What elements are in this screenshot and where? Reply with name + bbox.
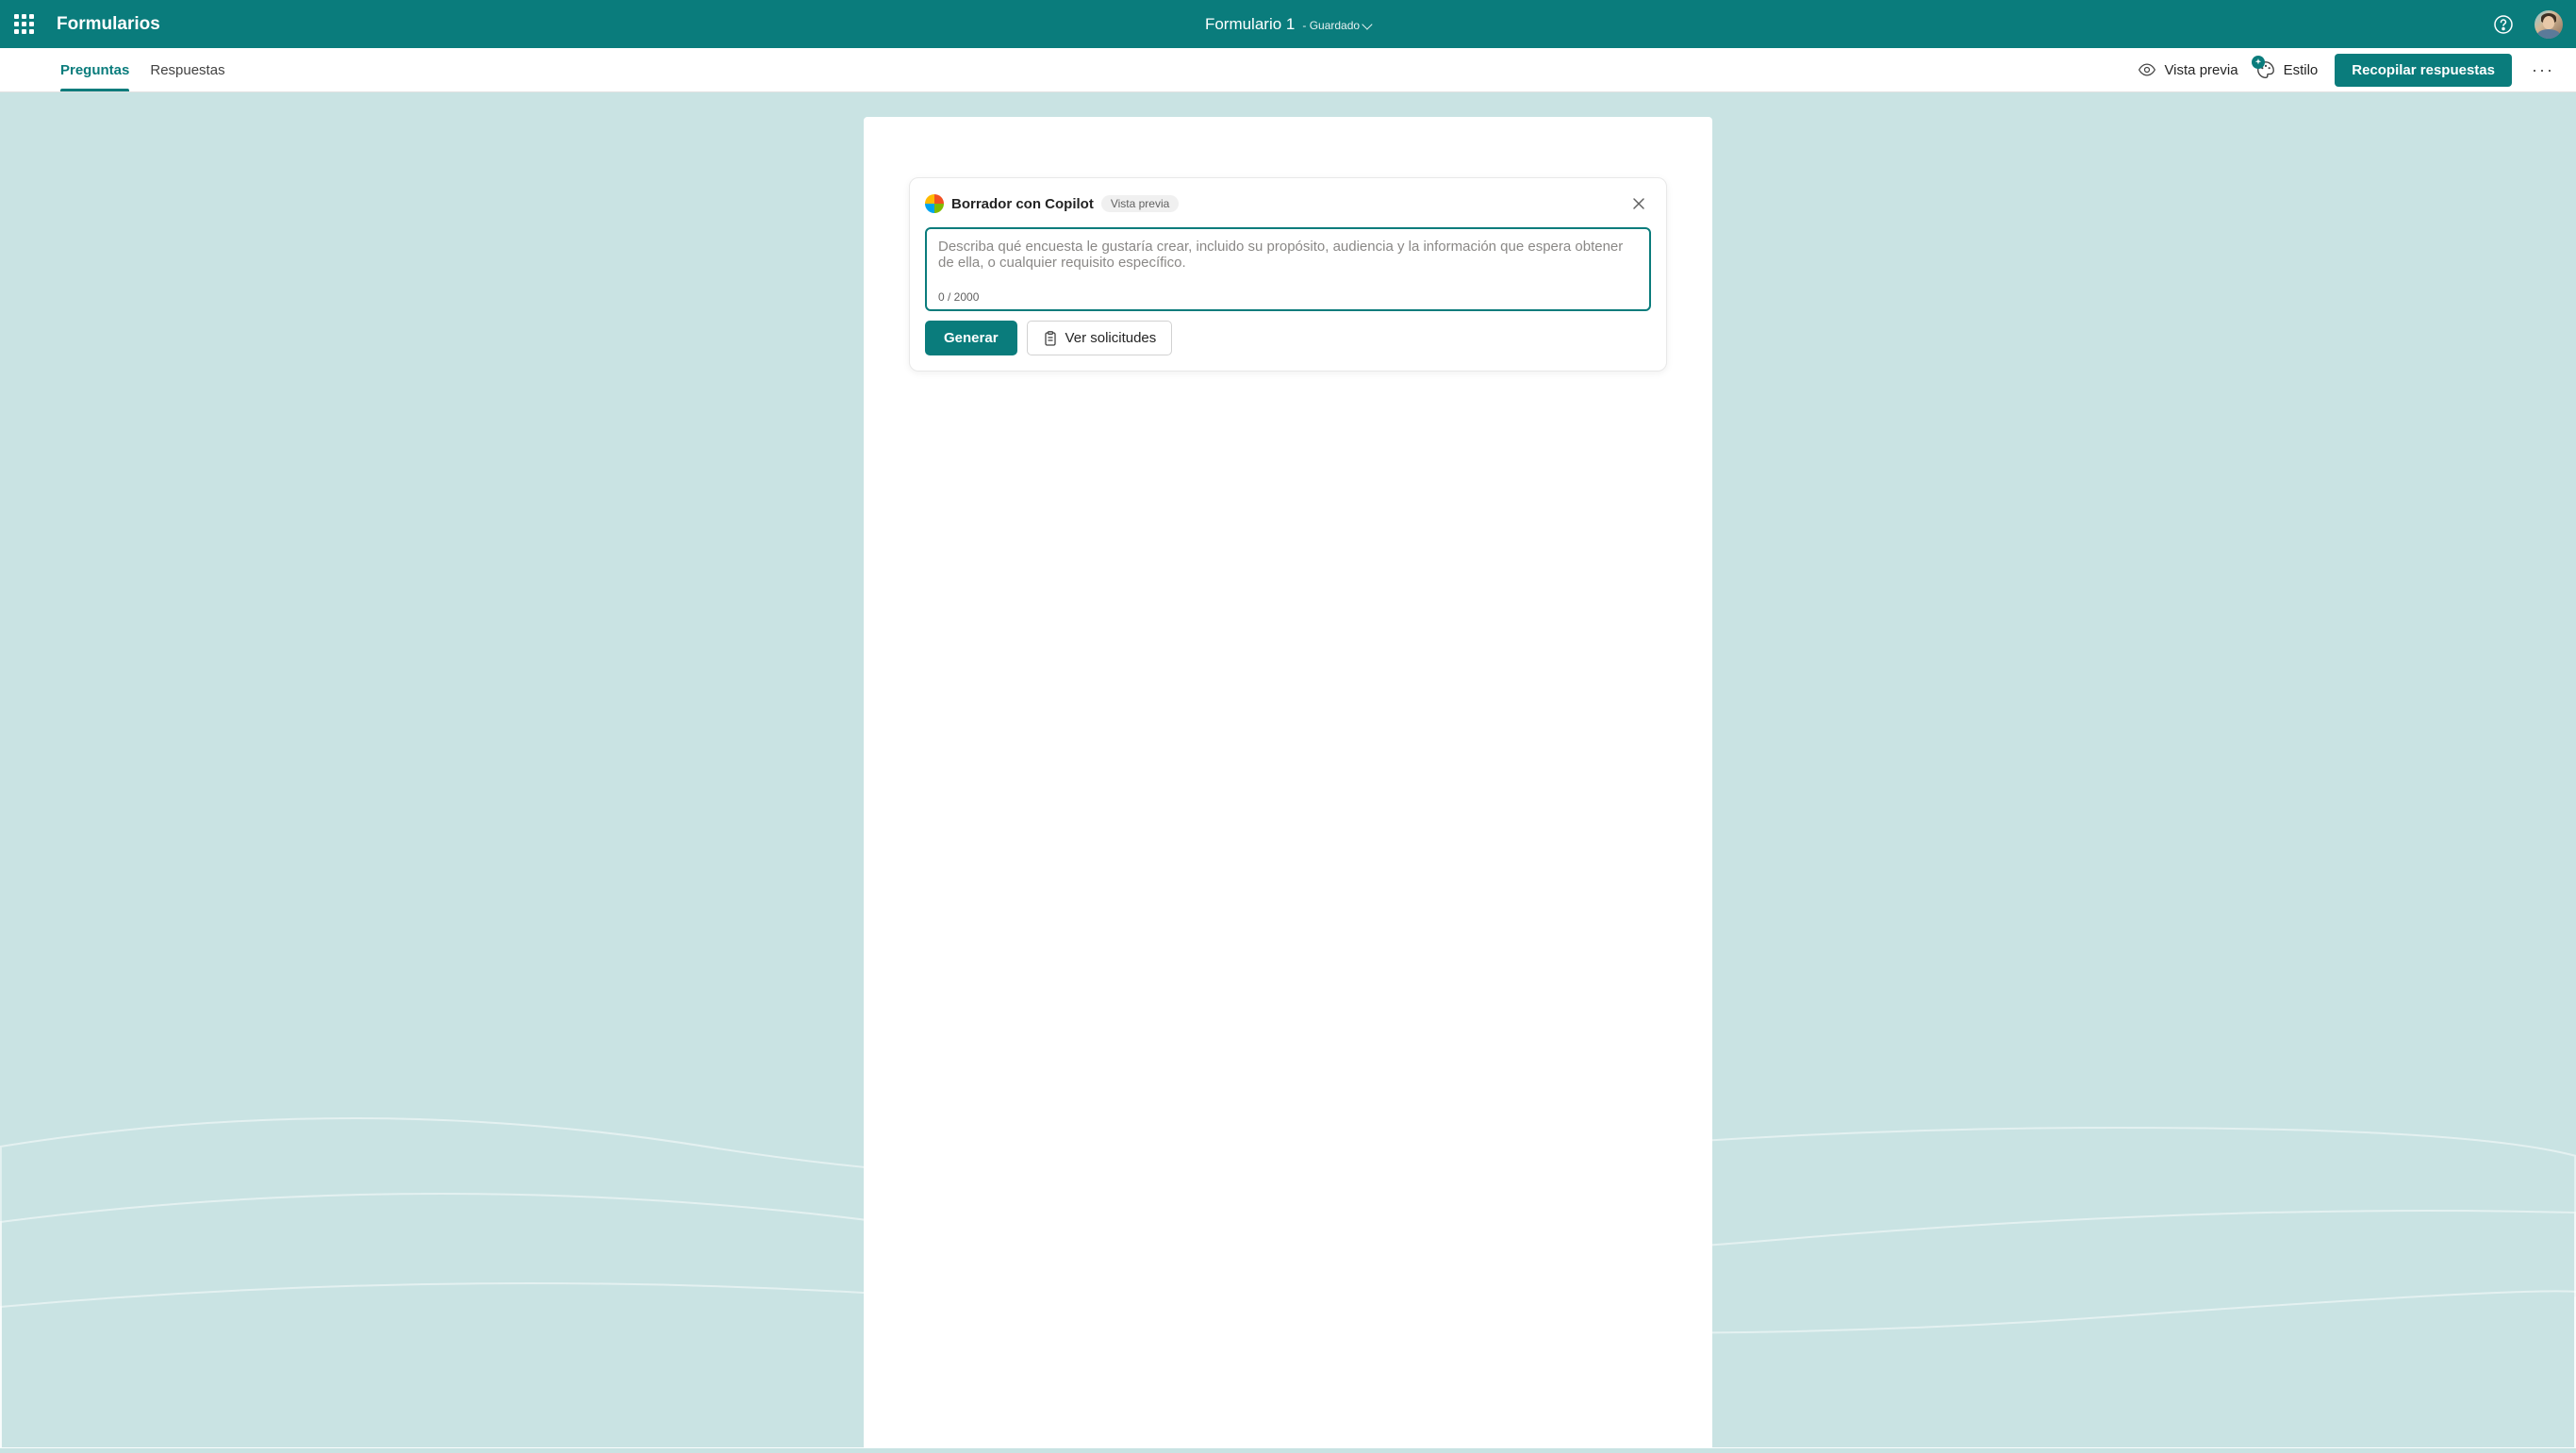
generate-button[interactable]: Generar [925, 321, 1017, 355]
waffle-icon [14, 14, 34, 34]
chevron-down-icon [1362, 19, 1372, 29]
preview-button[interactable]: Vista previa [2138, 60, 2237, 79]
view-prompts-label: Ver solicitudes [1065, 330, 1157, 346]
form-canvas: Borrador con Copilot Vista previa 0 / 20… [864, 117, 1712, 1448]
close-icon [1632, 197, 1645, 210]
character-count: 0 / 2000 [938, 290, 1638, 304]
preview-badge: Vista previa [1101, 195, 1179, 212]
view-prompts-button[interactable]: Ver solicitudes [1027, 321, 1173, 355]
form-title-area[interactable]: Formulario 1 - Guardado [1205, 15, 1371, 34]
prompt-input-container: 0 / 2000 [925, 227, 1651, 311]
app-header: Formularios Formulario 1 - Guardado [0, 0, 2576, 48]
toolbar: Preguntas Respuestas Vista previa [0, 48, 2576, 92]
tab-responses[interactable]: Respuestas [150, 48, 224, 91]
style-button[interactable]: Estilo [2255, 59, 2319, 80]
save-status-text: - Guardado [1302, 19, 1360, 32]
app-launcher-button[interactable] [0, 0, 47, 48]
ellipsis-icon: ··· [2532, 60, 2554, 80]
app-name[interactable]: Formularios [57, 14, 160, 35]
copilot-title: Borrador con Copilot [951, 196, 1094, 212]
canvas-area: Borrador con Copilot Vista previa 0 / 20… [0, 92, 2576, 1448]
user-avatar[interactable] [2535, 10, 2563, 39]
style-label: Estilo [2284, 62, 2319, 78]
eye-icon [2138, 60, 2156, 79]
help-icon[interactable] [2493, 14, 2514, 35]
close-copilot-button[interactable] [1627, 191, 1651, 216]
clipboard-icon [1043, 331, 1058, 346]
copilot-prompt-input[interactable] [938, 239, 1638, 284]
copilot-card: Borrador con Copilot Vista previa 0 / 20… [909, 177, 1667, 372]
form-title: Formulario 1 [1205, 15, 1295, 34]
copilot-logo-icon [925, 194, 944, 213]
preview-label: Vista previa [2164, 62, 2237, 78]
collect-responses-button[interactable]: Recopilar respuestas [2335, 54, 2512, 87]
more-options-button[interactable]: ··· [2529, 56, 2557, 84]
tab-questions[interactable]: Preguntas [60, 48, 129, 91]
save-status: - Guardado [1302, 19, 1371, 32]
sparkle-badge-icon [2252, 56, 2265, 69]
